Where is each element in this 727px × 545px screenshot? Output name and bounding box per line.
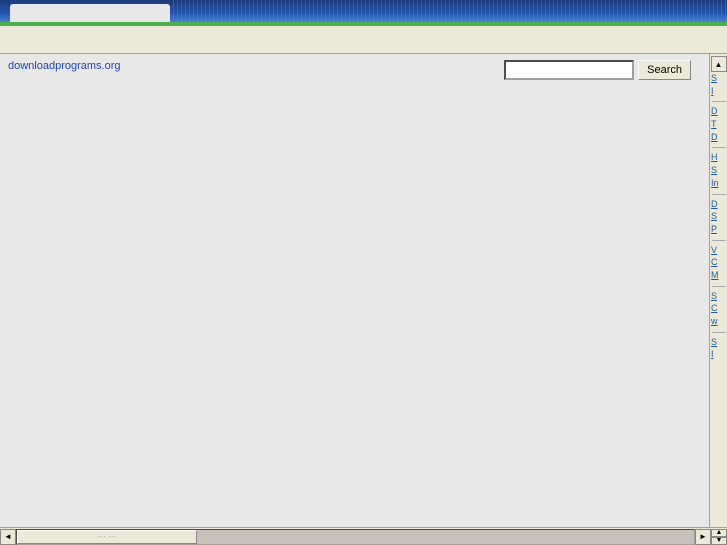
- scroll-left-button[interactable]: ◄: [0, 529, 16, 545]
- search-button[interactable]: Search: [638, 60, 691, 80]
- main-wrapper: downloadprograms.org Search ▲ S I D T D …: [0, 54, 727, 527]
- sidebar-link-s5[interactable]: S: [710, 337, 727, 349]
- search-bar: Search: [504, 60, 691, 80]
- scrollbar-track[interactable]: ··· ···: [16, 529, 695, 545]
- sidebar-sep-5: [712, 286, 726, 287]
- sidebar-link-s1[interactable]: S: [710, 73, 727, 85]
- browser-tab[interactable]: [10, 4, 170, 22]
- header-pattern: [170, 0, 727, 22]
- sidebar-link-d2[interactable]: D: [710, 132, 727, 144]
- sidebar-link-m1[interactable]: M: [710, 270, 727, 282]
- search-input[interactable]: [504, 60, 634, 80]
- sidebar-sep-4: [712, 240, 726, 241]
- sidebar-link-d1[interactable]: D: [710, 106, 727, 118]
- sidebar-link-s3[interactable]: S: [710, 211, 727, 223]
- sidebar-link-c2[interactable]: C: [710, 303, 727, 315]
- header-bar: [0, 0, 727, 22]
- bottom-scrollbar: ◄ ··· ··· ► ▲ ▼: [0, 527, 727, 545]
- corner-up-button[interactable]: ▲: [711, 529, 727, 537]
- corner-down-button[interactable]: ▼: [711, 537, 727, 545]
- sidebar-link-in1[interactable]: In: [710, 178, 727, 190]
- scrollbar-thumb[interactable]: ··· ···: [17, 530, 197, 544]
- sidebar-sep-6: [712, 332, 726, 333]
- sidebar-link-t1[interactable]: T: [710, 119, 727, 131]
- content-area: downloadprograms.org Search: [0, 54, 709, 527]
- toolbar: [0, 26, 727, 54]
- sidebar-link-c1[interactable]: C: [710, 257, 727, 269]
- scroll-right-button[interactable]: ►: [695, 529, 711, 545]
- sidebar-link-i1[interactable]: I: [710, 86, 727, 98]
- right-sidebar: ▲ S I D T D H S In D S P V C M S C w S I: [709, 54, 727, 527]
- sidebar-scroll-up[interactable]: ▲: [711, 56, 727, 72]
- sidebar-link-h1[interactable]: H: [710, 152, 727, 164]
- sidebar-link-i2[interactable]: I: [710, 349, 727, 361]
- thumb-dots: ··· ···: [98, 532, 116, 541]
- sidebar-sep-1: [712, 101, 726, 102]
- corner-scroll-area: ▲ ▼: [711, 529, 727, 545]
- sidebar-link-s2[interactable]: S: [710, 165, 727, 177]
- sidebar-sep-2: [712, 147, 726, 148]
- sidebar-sep-3: [712, 194, 726, 195]
- sidebar-link-s4[interactable]: S: [710, 291, 727, 303]
- site-title-link[interactable]: downloadprograms.org: [8, 60, 121, 72]
- sidebar-link-p1[interactable]: P: [710, 224, 727, 236]
- sidebar-link-w1[interactable]: w: [710, 316, 727, 328]
- sidebar-link-d3[interactable]: D: [710, 199, 727, 211]
- sidebar-link-v1[interactable]: V: [710, 245, 727, 257]
